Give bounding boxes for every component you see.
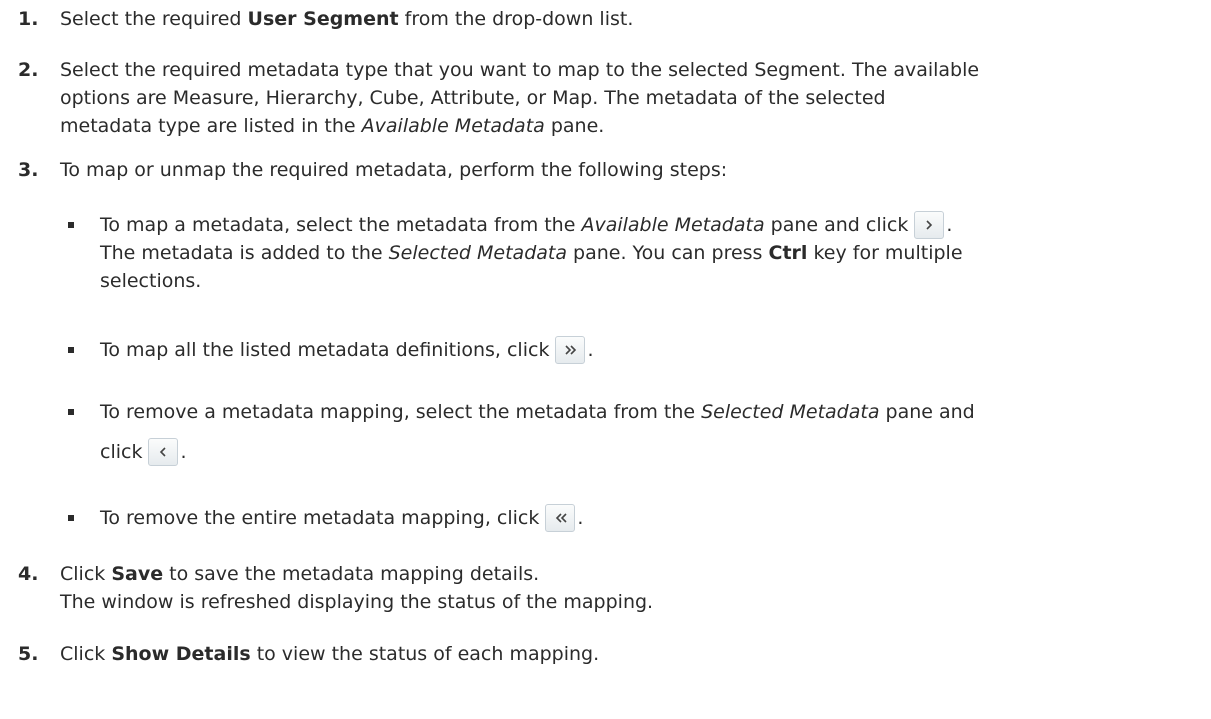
chevron-right-icon[interactable] [914,211,945,239]
chevron-left-icon[interactable] [148,438,179,466]
step-text: Click Show Details to view the status of… [60,643,600,665]
bullet-text: To map all the listed metadata definitio… [100,336,1200,364]
bullet-marker [68,409,74,415]
step-number: 2. [18,59,39,81]
step-number: 3. [18,159,39,181]
double-chevron-left-icon[interactable] [545,504,576,532]
step-text: Select the required User Segment from th… [60,8,634,30]
step-text: Click Save to save the metadata mapping … [60,563,654,613]
double-chevron-right-icon[interactable] [555,336,586,364]
bullet-marker [68,222,74,228]
document: 1. Select the required User Segment from… [0,0,1211,719]
step-number: 4. [18,563,39,585]
bullet-marker [68,347,74,353]
bullet-text: To map a metadata, select the metadata f… [100,211,1200,295]
step-number: 1. [18,8,39,30]
bullet-text: To remove the entire metadata mapping, c… [100,504,1200,532]
step-text: To map or unmap the required metadata, p… [60,159,728,181]
bullet-text: To remove a metadata mapping, select the… [100,398,1200,466]
step-text: Select the required metadata type that y… [60,59,980,137]
bullet-marker [68,515,74,521]
step-number: 5. [18,643,39,665]
